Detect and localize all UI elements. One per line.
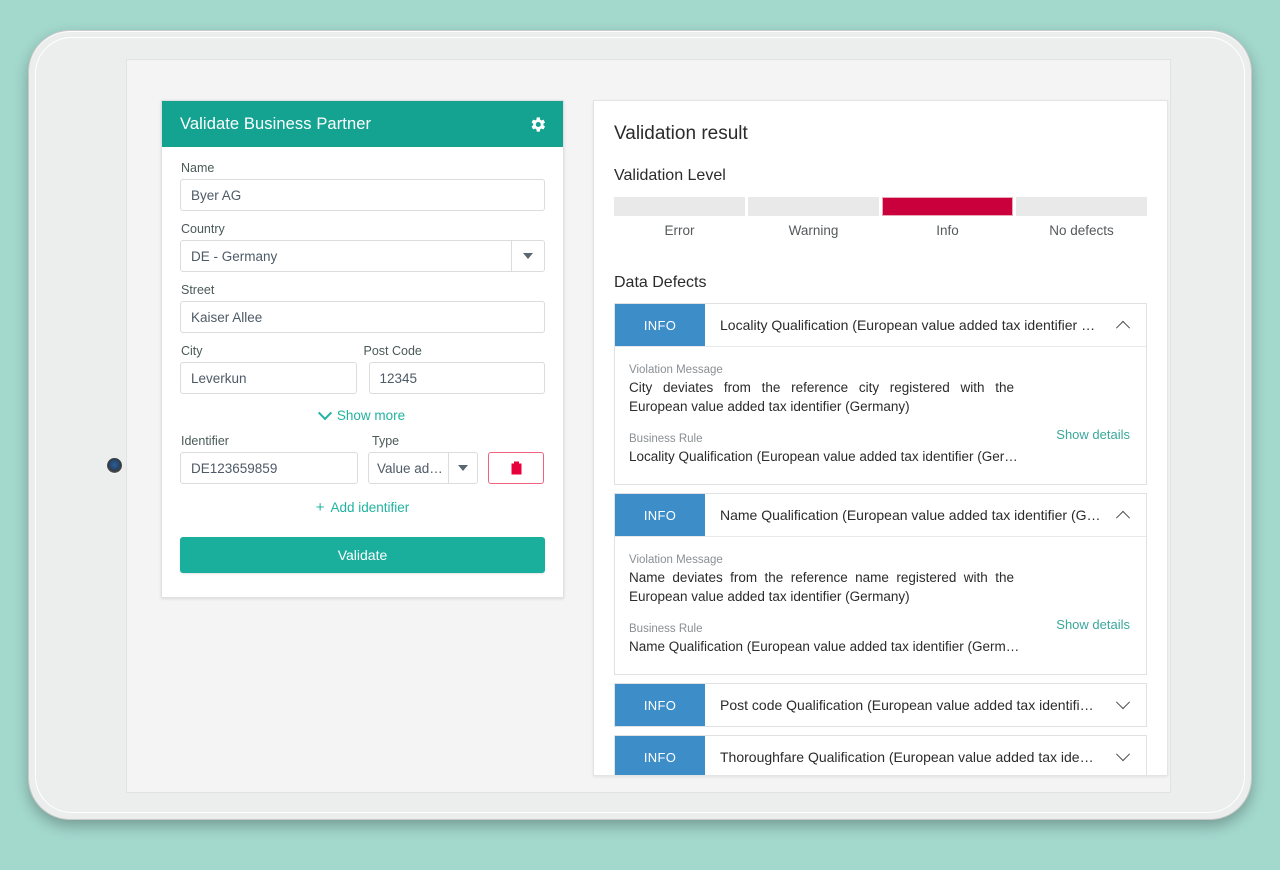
type-select[interactable]: Value ad…: [368, 452, 478, 484]
street-field-wrap: Kaiser Allee: [180, 301, 545, 333]
violation-message-value: City deviates from the reference city re…: [629, 378, 1014, 416]
form-header: Validate Business Partner: [162, 101, 563, 147]
form-body: Name Byer AG Country DE - Germany Street…: [162, 147, 563, 597]
city-label: City: [181, 344, 363, 358]
defect-header[interactable]: INFO Thoroughfare Qualification (Europea…: [615, 736, 1146, 776]
data-defects-title: Data Defects: [614, 274, 1147, 292]
add-identifier-button[interactable]: + Add identifier: [180, 500, 545, 515]
defect-header[interactable]: INFO Locality Qualification (European va…: [615, 304, 1146, 346]
business-rule-block: Business Rule Locality Qualification (Eu…: [629, 433, 1130, 466]
level-label: Warning: [748, 223, 879, 238]
level-fill: [614, 197, 745, 216]
level-segment-warning[interactable]: Warning: [748, 197, 879, 238]
validation-level-bar: Error Warning Info No defects: [614, 197, 1147, 238]
trash-icon: [511, 461, 522, 475]
violation-message-value: Name deviates from the reference name re…: [629, 568, 1014, 606]
validation-result-card: Validation result Validation Level Error…: [593, 100, 1168, 776]
camera-icon: [107, 458, 122, 473]
add-identifier-label: Add identifier: [330, 500, 409, 515]
identifier-row: DE123659859 Value ad…: [180, 452, 545, 484]
level-segment-info[interactable]: Info: [882, 197, 1013, 238]
defect-item: INFO Thoroughfare Qualification (Europea…: [614, 735, 1147, 776]
business-rule-label: Business Rule: [629, 433, 1130, 445]
defect-title: Thoroughfare Qualification (European val…: [705, 736, 1110, 776]
city-field-wrap: Leverkun: [180, 362, 357, 394]
name-input[interactable]: Byer AG: [180, 179, 545, 211]
defect-title: Locality Qualification (European value a…: [705, 304, 1110, 346]
validate-button[interactable]: Validate: [180, 537, 545, 573]
app-screen: Validate Business Partner Name Byer AG C…: [126, 59, 1171, 793]
type-label: Type: [372, 434, 399, 448]
chevron-down-icon[interactable]: [448, 453, 477, 483]
type-select-value: Value ad…: [369, 453, 448, 483]
level-fill: [748, 197, 879, 216]
status-badge: INFO: [615, 494, 705, 536]
tablet-frame: Validate Business Partner Name Byer AG C…: [28, 30, 1252, 820]
page-title: Validate Business Partner: [180, 115, 371, 134]
defect-header[interactable]: INFO Post code Qualification (European v…: [615, 684, 1146, 726]
country-label: Country: [181, 222, 545, 236]
validation-result-title: Validation result: [614, 123, 1147, 145]
show-more-toggle[interactable]: Show more: [180, 408, 545, 423]
status-badge: INFO: [615, 736, 705, 776]
level-fill: [1016, 197, 1147, 216]
level-segment-error[interactable]: Error: [614, 197, 745, 238]
show-details-link[interactable]: Show details: [1056, 617, 1130, 632]
country-select[interactable]: DE - Germany: [180, 240, 545, 272]
defect-item: INFO Name Qualification (European value …: [614, 493, 1147, 675]
gear-icon[interactable]: [528, 115, 547, 134]
identifier-label: Identifier: [181, 434, 371, 448]
defect-header[interactable]: INFO Name Qualification (European value …: [615, 494, 1146, 536]
city-input[interactable]: Leverkun: [180, 362, 357, 394]
level-label: No defects: [1016, 223, 1147, 238]
chevron-up-icon[interactable]: [1110, 304, 1146, 346]
identifier-type-labels: Identifier Type: [180, 434, 545, 452]
defect-item: INFO Post code Qualification (European v…: [614, 683, 1147, 727]
validate-business-partner-card: Validate Business Partner Name Byer AG C…: [161, 100, 564, 598]
post-code-label: Post Code: [364, 344, 546, 358]
validation-level-title: Validation Level: [614, 167, 1147, 185]
status-badge: INFO: [615, 684, 705, 726]
city-postcode-row: Leverkun 12345: [180, 362, 545, 394]
country-select-value: DE - Germany: [181, 241, 511, 271]
violation-message-label: Violation Message: [629, 364, 1130, 376]
delete-identifier-button[interactable]: [488, 452, 544, 484]
level-fill: [882, 197, 1013, 216]
level-segment-no-defects[interactable]: No defects: [1016, 197, 1147, 238]
level-label: Error: [614, 223, 745, 238]
chevron-down-icon[interactable]: [1110, 684, 1146, 726]
level-label: Info: [882, 223, 1013, 238]
chevron-up-icon[interactable]: [1110, 494, 1146, 536]
chevron-down-icon: [318, 406, 332, 420]
country-field-wrap: DE - Germany: [180, 240, 545, 272]
defect-title: Post code Qualification (European value …: [705, 684, 1110, 726]
business-rule-value: Locality Qualification (European value a…: [629, 447, 1029, 466]
business-rule-block: Business Rule Name Qualification (Europe…: [629, 623, 1130, 656]
name-label: Name: [181, 161, 545, 175]
post-code-input[interactable]: 12345: [369, 362, 546, 394]
name-field-wrap: Byer AG: [180, 179, 545, 211]
status-badge: INFO: [615, 304, 705, 346]
street-input[interactable]: Kaiser Allee: [180, 301, 545, 333]
defect-item: INFO Locality Qualification (European va…: [614, 303, 1147, 485]
identifier-input[interactable]: DE123659859: [180, 452, 358, 484]
plus-icon: +: [316, 500, 325, 515]
chevron-down-icon[interactable]: [511, 241, 544, 271]
defect-body: Violation Message Name deviates from the…: [615, 536, 1146, 674]
business-rule-value: Name Qualification (European value added…: [629, 637, 1029, 656]
post-code-field-wrap: 12345: [369, 362, 546, 394]
street-label: Street: [181, 283, 545, 297]
show-details-link[interactable]: Show details: [1056, 427, 1130, 442]
show-more-label: Show more: [337, 408, 405, 423]
defect-body: Violation Message City deviates from the…: [615, 346, 1146, 484]
violation-message-label: Violation Message: [629, 554, 1130, 566]
business-rule-label: Business Rule: [629, 623, 1130, 635]
chevron-down-icon[interactable]: [1110, 736, 1146, 776]
defect-title: Name Qualification (European value added…: [705, 494, 1110, 536]
city-postcode-labels: City Post Code: [180, 344, 545, 362]
